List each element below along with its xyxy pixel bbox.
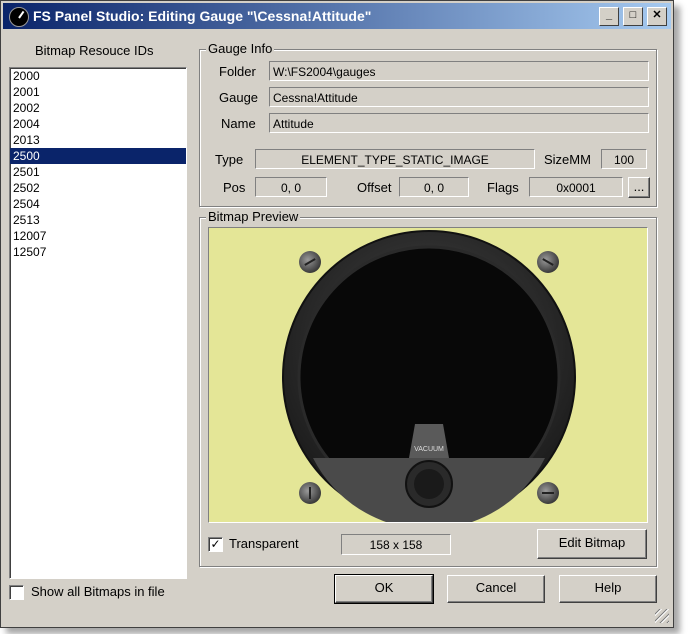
flags-label: Flags (487, 180, 519, 195)
list-item[interactable]: 2500 (10, 148, 186, 164)
sizemm-label: SizeMM (544, 152, 591, 167)
type-field: ELEMENT_TYPE_STATIC_IMAGE (255, 149, 535, 169)
list-item[interactable]: 2513 (10, 212, 186, 228)
offset-label: Offset (357, 180, 392, 195)
minimize-button[interactable]: _ (599, 7, 619, 26)
bitmap-size-field: 158 x 158 (341, 534, 451, 555)
screw-icon (299, 251, 321, 273)
help-button[interactable]: Help (559, 575, 657, 603)
folder-label: Folder (219, 64, 256, 79)
screw-icon (537, 482, 559, 504)
attitude-gauge-bitmap: VACUUM (282, 230, 576, 530)
gauge-label: Gauge (219, 90, 259, 105)
dialog-window: FS Panel Studio: Editing Gauge "\Cessna!… (0, 0, 674, 628)
list-item[interactable]: 2000 (10, 68, 186, 84)
flags-browse-button[interactable]: ... (628, 177, 650, 198)
show-all-bitmaps-label: Show all Bitmaps in file (31, 584, 165, 599)
screw-icon (299, 482, 321, 504)
gauge-field: Cessna!Attitude (269, 87, 649, 107)
name-label: Name (221, 116, 256, 131)
flags-field: 0x0001 (529, 177, 623, 197)
window-title: FS Panel Studio: Editing Gauge "\Cessna!… (33, 8, 372, 24)
gauge-info-title: Gauge Info (206, 41, 275, 56)
pos-label: Pos (223, 180, 246, 195)
cancel-button[interactable]: Cancel (447, 575, 545, 603)
title-bar[interactable]: FS Panel Studio: Editing Gauge "\Cessna!… (3, 3, 671, 29)
offset-field: 0, 0 (399, 177, 469, 197)
type-label: Type (215, 152, 244, 167)
gauge-app-icon (9, 7, 29, 27)
transparent-label: Transparent (229, 536, 299, 551)
checkmark-icon: ✓ (210, 537, 221, 551)
sizemm-field: 100 (601, 149, 647, 169)
bitmap-resource-list[interactable]: 2000 2001 2002 2004 2013 2500 2501 2502 2504 2513… (9, 67, 187, 579)
list-item[interactable]: 2504 (10, 196, 186, 212)
resize-grip-icon[interactable] (655, 609, 669, 623)
list-item[interactable]: 2502 (10, 180, 186, 196)
show-all-bitmaps-checkbox[interactable] (9, 585, 24, 600)
list-item[interactable]: 2501 (10, 164, 186, 180)
pos-field: 0, 0 (255, 177, 327, 197)
folder-field: W:\FS2004\gauges (269, 61, 649, 81)
edit-bitmap-button[interactable]: Edit Bitmap (537, 529, 647, 559)
list-item[interactable]: 2004 (10, 116, 186, 132)
list-item[interactable]: 2013 (10, 132, 186, 148)
bitmap-list-header: Bitmap Resouce IDs (35, 43, 154, 58)
ok-button[interactable]: OK (334, 574, 434, 604)
list-item[interactable]: 12507 (10, 244, 186, 260)
maximize-button[interactable]: □ (623, 7, 643, 26)
close-button[interactable]: ✕ (647, 7, 667, 26)
transparent-checkbox[interactable]: ✓ (208, 537, 223, 552)
bitmap-preview-title: Bitmap Preview (206, 209, 301, 224)
list-item[interactable]: 2001 (10, 84, 186, 100)
list-item[interactable]: 12007 (10, 228, 186, 244)
bitmap-preview-canvas: VACUUM (208, 227, 648, 530)
screw-icon (537, 251, 559, 273)
list-item[interactable]: 2002 (10, 100, 186, 116)
vacuum-label: VACUUM (414, 446, 444, 453)
name-field: Attitude (269, 113, 649, 133)
